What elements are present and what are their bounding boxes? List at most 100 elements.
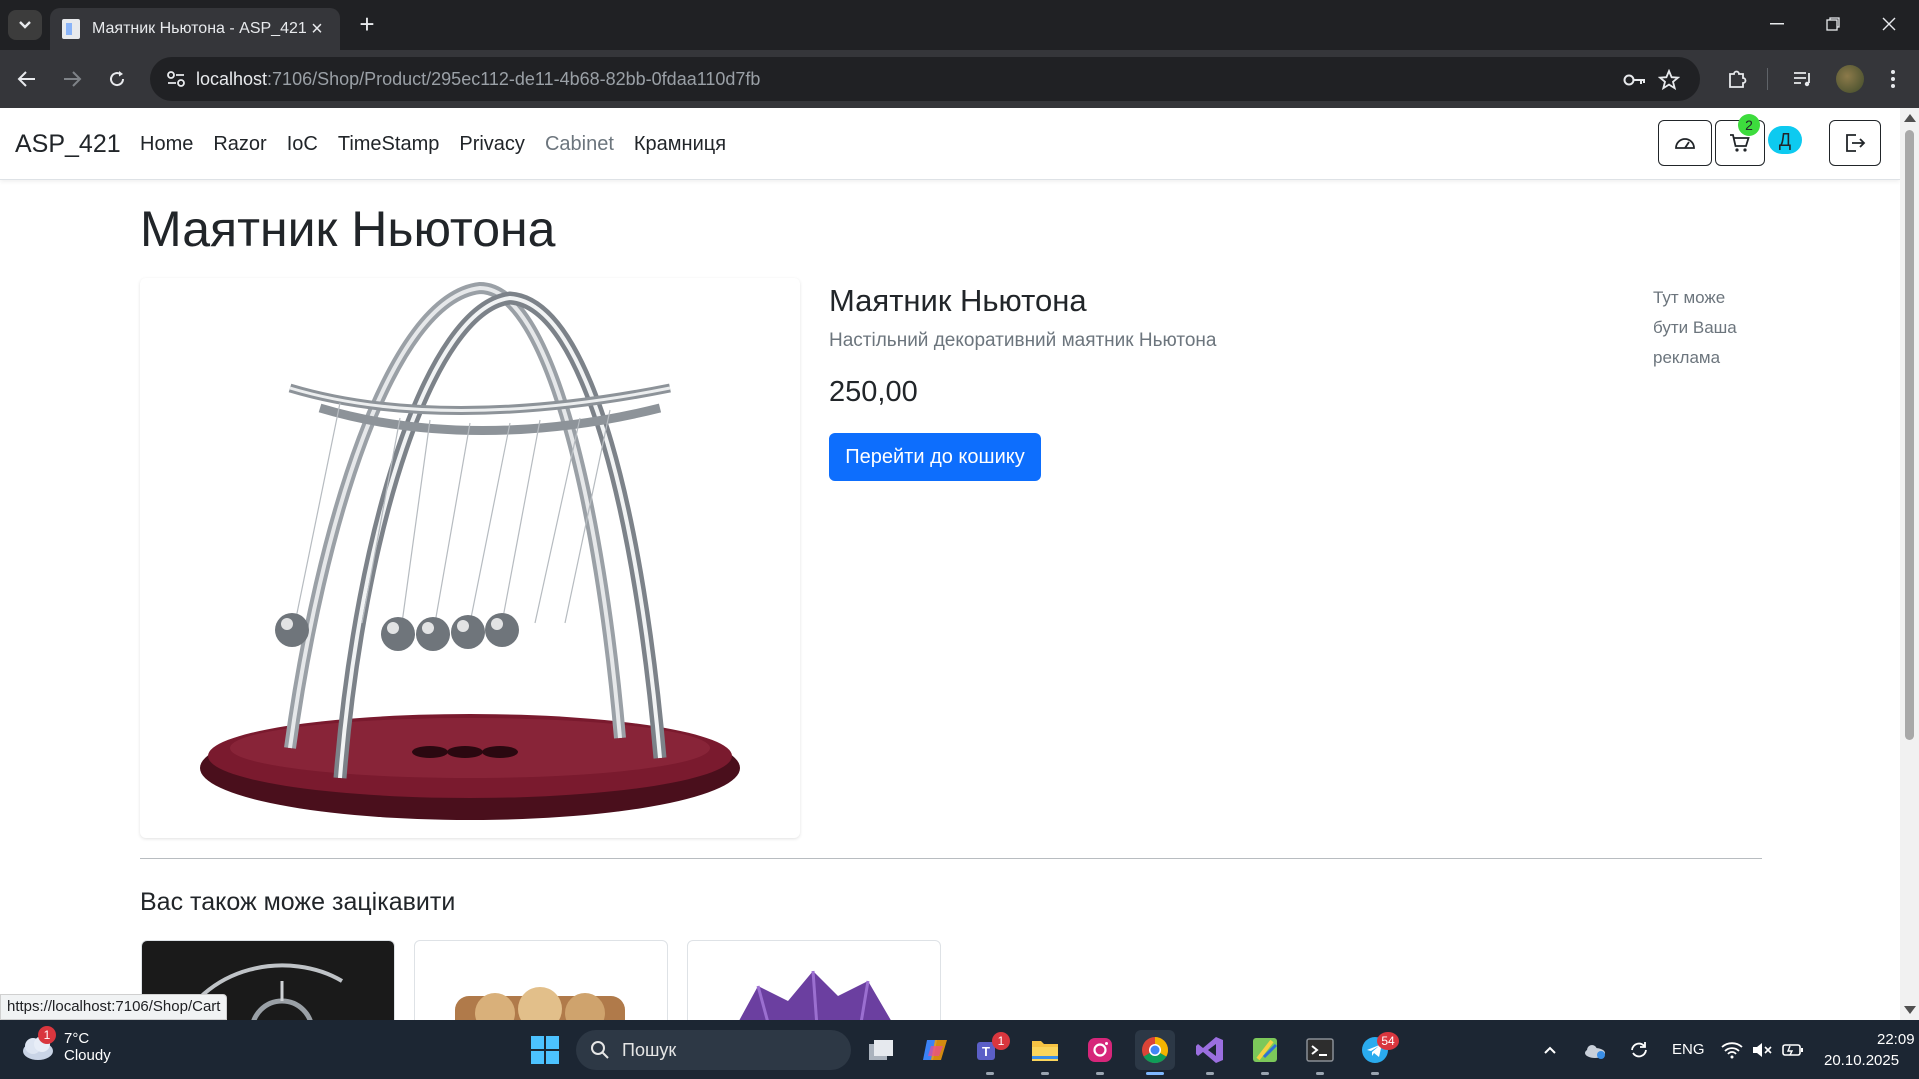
product-price: 250,00 xyxy=(829,376,918,408)
related-card-3[interactable] xyxy=(687,940,941,1020)
url-host: localhost xyxy=(196,69,268,89)
browser-toolbar: localhost:7106/Shop/Product/295ec112-de1… xyxy=(0,50,1919,108)
browser-tab-active[interactable]: Маятник Ньютона - ASP_421 × xyxy=(50,8,340,50)
sync-tray-icon[interactable] xyxy=(1624,1030,1654,1070)
telegram-button[interactable]: 54 xyxy=(1355,1030,1399,1070)
nav-ioc[interactable]: IoC xyxy=(287,133,318,156)
vs-running-indicator xyxy=(1206,1072,1214,1075)
explorer-running-indicator xyxy=(1041,1072,1049,1075)
go-to-cart-button[interactable]: Перейти до кошику xyxy=(829,433,1041,481)
cart-count-badge: 2 xyxy=(1738,114,1760,136)
browser-tab-strip: Маятник Ньютона - ASP_421 × + xyxy=(0,0,1919,50)
search-label: Пошук xyxy=(622,1039,677,1060)
nav-cabinet[interactable]: Cabinet xyxy=(545,133,614,156)
windows-taskbar: 1 7°C Cloudy Пошук T 1 54 ENG 22:09 20.1… xyxy=(0,1020,1919,1079)
logout-button[interactable] xyxy=(1829,120,1881,166)
site-navbar: ASP_421 Home Razor IoC TimeStamp Privacy… xyxy=(0,108,1900,180)
forward-button[interactable] xyxy=(55,62,89,96)
page-scrollbar[interactable] xyxy=(1900,108,1919,1020)
visual-studio-button[interactable] xyxy=(1190,1030,1230,1070)
tab-search-button[interactable] xyxy=(8,10,42,40)
weather-desc: Cloudy xyxy=(64,1047,111,1064)
chrome-taskbar-button[interactable] xyxy=(1135,1030,1175,1070)
tray-overflow-button[interactable] xyxy=(1538,1030,1562,1070)
minimize-button[interactable] xyxy=(1750,6,1804,42)
scroll-down-arrow[interactable] xyxy=(1904,1006,1916,1014)
ad-placeholder: Тут може бути Ваша реклама xyxy=(1653,288,1737,367)
taskbar-search[interactable]: Пошук xyxy=(576,1030,851,1070)
close-icon xyxy=(1882,17,1896,31)
file-explorer-button[interactable] xyxy=(1025,1030,1065,1070)
copilot-icon xyxy=(923,1040,947,1060)
dashboard-button[interactable] xyxy=(1658,120,1712,166)
url-text: localhost:7106/Shop/Product/295ec112-de1… xyxy=(196,69,760,90)
media-control-button[interactable] xyxy=(1786,62,1820,96)
chrome-active-indicator xyxy=(1146,1072,1164,1075)
site-info-icon[interactable] xyxy=(164,67,188,91)
arrow-left-icon xyxy=(17,71,35,87)
battery-icon[interactable] xyxy=(1779,1030,1807,1070)
back-button[interactable] xyxy=(10,62,44,96)
related-card-2[interactable] xyxy=(414,940,668,1020)
language-indicator[interactable]: ENG xyxy=(1672,1041,1705,1058)
weather-alert-badge: 1 xyxy=(38,1026,56,1044)
site-brand[interactable]: ASP_421 xyxy=(15,130,121,159)
arrow-right-icon xyxy=(64,71,82,87)
clock-date[interactable]: 20.10.2025 xyxy=(1824,1052,1899,1069)
page-viewport: ASP_421 Home Razor IoC TimeStamp Privacy… xyxy=(0,108,1900,1020)
more-vertical-icon xyxy=(1891,70,1895,88)
nav-shop[interactable]: Крамниця xyxy=(634,133,726,156)
reload-icon xyxy=(110,71,125,87)
related-heading: Вас також може зацікавити xyxy=(140,888,456,916)
weather-widget[interactable]: 1 7°C Cloudy xyxy=(20,1026,111,1064)
clock-time[interactable]: 22:09 xyxy=(1877,1031,1915,1048)
teams-badge: 1 xyxy=(992,1032,1010,1050)
product-title: Маятник Ньютона xyxy=(829,283,1087,318)
copilot-button[interactable] xyxy=(916,1030,956,1070)
product-description: Настільний декоративний маятник Ньютона xyxy=(829,330,1217,351)
svg-text:T: T xyxy=(982,1044,990,1059)
instagram-button[interactable] xyxy=(1080,1030,1120,1070)
scroll-thumb[interactable] xyxy=(1905,130,1914,740)
chevron-up-icon xyxy=(1544,1046,1556,1054)
password-key-icon[interactable] xyxy=(1622,67,1648,93)
section-divider xyxy=(140,858,1762,859)
windows-logo-icon xyxy=(531,1036,559,1064)
task-view-button[interactable] xyxy=(861,1030,901,1070)
close-tab-icon[interactable]: × xyxy=(306,18,328,41)
logout-icon xyxy=(1846,134,1866,152)
teams-button[interactable]: T 1 xyxy=(970,1030,1010,1070)
chevron-down-icon xyxy=(19,21,31,29)
folder-icon xyxy=(1032,1041,1058,1061)
playlist-icon xyxy=(1794,72,1810,87)
reload-button[interactable] xyxy=(100,62,134,96)
new-tab-button[interactable]: + xyxy=(352,10,382,40)
volume-muted-icon[interactable] xyxy=(1748,1030,1776,1070)
chrome-icon xyxy=(1142,1037,1169,1064)
wifi-icon[interactable] xyxy=(1718,1030,1746,1070)
terminal-icon xyxy=(1306,1038,1334,1062)
page-title: Маятник Ньютона xyxy=(140,201,556,257)
teams-running-indicator xyxy=(986,1072,994,1075)
terminal-button[interactable] xyxy=(1300,1030,1340,1070)
profile-avatar[interactable] xyxy=(1836,65,1864,93)
extensions-button[interactable] xyxy=(1720,62,1754,96)
address-bar[interactable]: localhost:7106/Shop/Product/295ec112-de1… xyxy=(150,57,1700,101)
close-window-button[interactable] xyxy=(1862,6,1916,42)
weather-temp: 7°C xyxy=(64,1030,90,1047)
scroll-up-arrow[interactable] xyxy=(1904,114,1916,122)
start-button[interactable] xyxy=(525,1030,565,1070)
nav-privacy[interactable]: Privacy xyxy=(459,133,525,156)
terminal-running-indicator xyxy=(1316,1072,1324,1075)
nav-home[interactable]: Home xyxy=(140,133,193,156)
bookmark-star-icon[interactable] xyxy=(1656,67,1682,93)
nav-razor[interactable]: Razor xyxy=(213,133,266,156)
restore-button[interactable] xyxy=(1806,6,1860,42)
nav-timestamp[interactable]: TimeStamp xyxy=(338,133,440,156)
page-favicon-icon xyxy=(62,19,80,39)
chrome-menu-button[interactable] xyxy=(1876,62,1910,96)
telegram-running-indicator xyxy=(1371,1072,1379,1075)
user-avatar[interactable]: Д xyxy=(1768,126,1802,154)
paint-app-button[interactable] xyxy=(1245,1030,1285,1070)
onedrive-tray-icon[interactable] xyxy=(1580,1030,1610,1070)
